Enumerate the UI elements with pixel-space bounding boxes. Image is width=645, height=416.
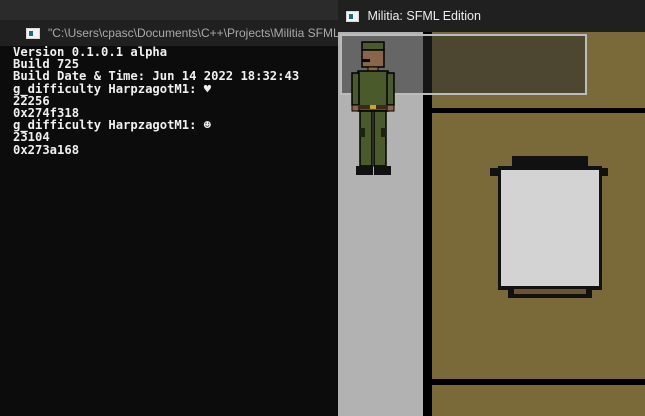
table-leg-shadow <box>514 289 586 294</box>
console-line: g_difficulty HarpzagotM1: ☻ <box>13 118 212 133</box>
soldier-leg-left <box>359 110 373 167</box>
soldier-head <box>361 49 385 68</box>
console-line: Build Date & Time: Jun 14 2022 18:32:43 <box>13 69 300 84</box>
table-surface <box>501 170 599 286</box>
soldier-boot-left <box>356 166 373 175</box>
console-titlebar[interactable]: "C:\Users\cpasc\Documents\C++\Projects\M… <box>0 20 338 46</box>
console-line: 0x273a168 <box>13 142 80 157</box>
soldier-hand-right <box>386 104 395 112</box>
console-output: Version 0.1.0.1 alpha Build 725 Build Da… <box>0 46 338 416</box>
game-window: Militia: SFML Edition <box>338 0 645 416</box>
soldier-arm-right <box>386 72 395 106</box>
soldier-headset <box>362 59 370 62</box>
soldier-cap <box>361 41 385 51</box>
game-app-icon <box>346 10 360 22</box>
table[interactable] <box>490 156 608 298</box>
console-title: "C:\Users\cpasc\Documents\C++\Projects\M… <box>48 26 338 40</box>
wall-horizontal-top <box>432 108 645 113</box>
soldier-pocket-left <box>360 128 365 137</box>
console-line: g_difficulty HarpzagotM1: ♥ <box>13 81 212 96</box>
soldier-leg-right <box>373 110 387 167</box>
game-titlebar[interactable]: Militia: SFML Edition <box>338 0 645 32</box>
soldier-pocket-right <box>381 128 386 137</box>
soldier-arm-left <box>351 72 360 106</box>
game-viewport[interactable] <box>338 32 645 416</box>
console-app-icon <box>26 27 40 39</box>
game-title: Militia: SFML Edition <box>367 9 481 23</box>
soldier-hand-left <box>351 104 360 112</box>
wall-horizontal-bottom <box>432 379 645 385</box>
console-line: 23104 <box>13 130 50 145</box>
soldier-belt-buckle <box>370 105 376 109</box>
soldier-boot-right <box>374 166 391 175</box>
